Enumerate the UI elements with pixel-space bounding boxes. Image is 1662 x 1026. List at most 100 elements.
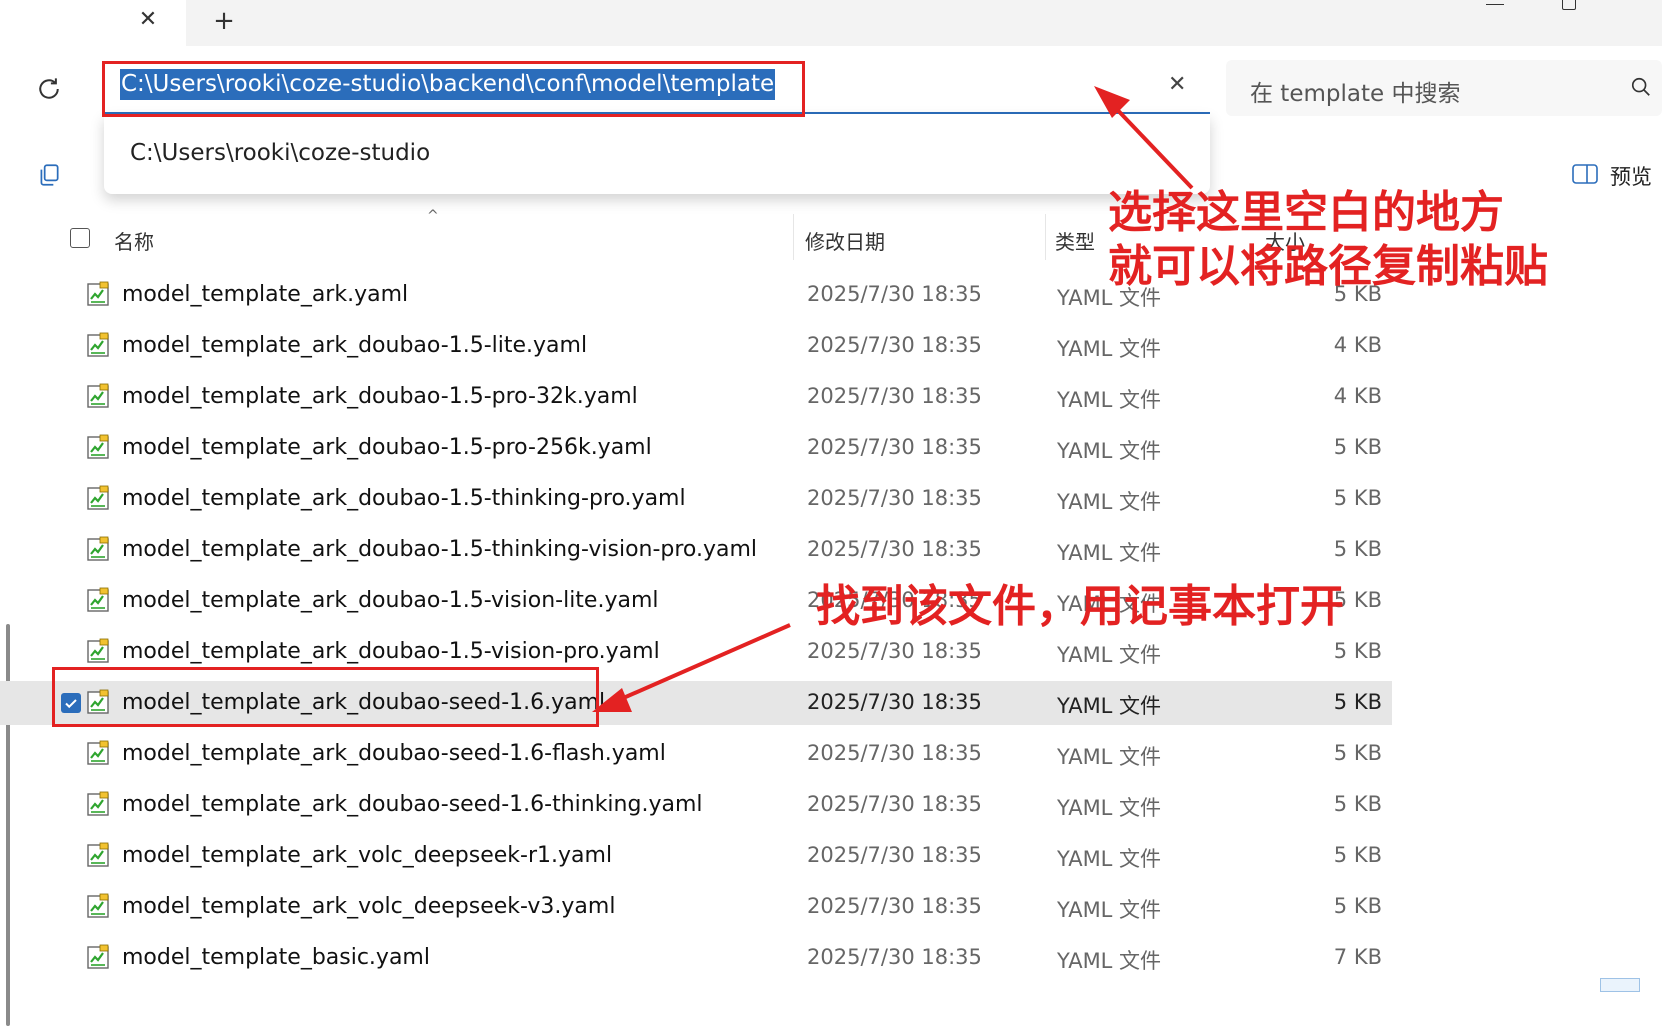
- column-header-name[interactable]: 名称: [114, 226, 154, 255]
- file-date: 2025/7/30 18:35: [807, 690, 982, 714]
- table-row[interactable]: model_template_ark_doubao-1.5-pro-256k.y…: [0, 426, 1392, 470]
- file-name[interactable]: model_template_ark_doubao-1.5-lite.yaml: [122, 333, 587, 358]
- column-header-date[interactable]: 修改日期: [805, 226, 885, 255]
- callout-file-tip: 找到该文件，用记事本打开: [816, 581, 1344, 632]
- callout-address-tip: 选择这里空白的地方 就可以将路径复制粘贴: [1108, 186, 1548, 294]
- file-type: YAML 文件: [1057, 847, 1162, 871]
- file-type: YAML 文件: [1057, 796, 1162, 820]
- file-name[interactable]: model_template_basic.yaml: [122, 945, 430, 970]
- table-row[interactable]: model_template_ark_doubao-1.5-thinking-v…: [0, 528, 1392, 572]
- file-name[interactable]: model_template_ark_doubao-seed-1.6-think…: [122, 792, 703, 817]
- file-size: 5 KB: [1333, 792, 1382, 816]
- table-row[interactable]: model_template_ark_volc_deepseek-r1.yaml…: [0, 834, 1392, 878]
- column-divider[interactable]: [1045, 214, 1046, 260]
- file-date: 2025/7/30 18:35: [807, 843, 982, 867]
- file-date: 2025/7/30 18:35: [807, 792, 982, 816]
- file-name[interactable]: model_template_ark_doubao-1.5-pro-256k.y…: [122, 435, 652, 460]
- yaml-file-icon: [87, 893, 109, 918]
- yaml-file-icon: [87, 587, 109, 612]
- preview-pane-icon[interactable]: [1572, 164, 1598, 184]
- clear-address-button[interactable]: ✕: [1168, 72, 1186, 97]
- file-type: YAML 文件: [1057, 949, 1162, 973]
- file-type: YAML 文件: [1057, 388, 1162, 412]
- file-size: 5 KB: [1333, 690, 1382, 714]
- file-name[interactable]: model_template_ark_doubao-1.5-thinking-p…: [122, 486, 686, 511]
- file-type: YAML 文件: [1057, 337, 1162, 361]
- table-row[interactable]: model_template_ark_doubao-1.5-thinking-p…: [0, 477, 1392, 521]
- file-name[interactable]: model_template_ark_doubao-1.5-vision-pro…: [122, 639, 660, 664]
- table-row[interactable]: model_template_ark_doubao-1.5-lite.yaml 2…: [0, 324, 1392, 368]
- file-size: 5 KB: [1333, 894, 1382, 918]
- file-date: 2025/7/30 18:35: [807, 894, 982, 918]
- yaml-file-icon: [87, 332, 109, 357]
- yaml-file-icon: [87, 434, 109, 459]
- refresh-icon[interactable]: [34, 74, 64, 104]
- file-size: 5 KB: [1333, 537, 1382, 561]
- yaml-file-icon: [87, 536, 109, 561]
- yaml-file-icon: [87, 944, 109, 969]
- file-name[interactable]: model_template_ark_volc_deepseek-r1.yaml: [122, 843, 612, 868]
- column-divider[interactable]: [793, 214, 794, 260]
- highlight-box-file: [52, 667, 599, 727]
- highlight-box-address: [102, 61, 805, 117]
- preview-button-label[interactable]: 预览: [1610, 161, 1652, 191]
- file-size: 5 KB: [1333, 843, 1382, 867]
- minimize-button[interactable]: [1486, 0, 1504, 5]
- copy-icon[interactable]: [36, 162, 62, 188]
- active-tab[interactable]: ✕: [0, 0, 186, 46]
- file-size: 5 KB: [1333, 741, 1382, 765]
- table-row[interactable]: model_template_basic.yaml 2025/7/30 18:35…: [0, 936, 1392, 980]
- yaml-file-icon: [87, 281, 109, 306]
- file-date: 2025/7/30 18:35: [807, 435, 982, 459]
- file-type: YAML 文件: [1057, 745, 1162, 769]
- close-tab-button[interactable]: ✕: [137, 8, 159, 32]
- file-date: 2025/7/30 18:35: [807, 945, 982, 969]
- file-size: 5 KB: [1333, 486, 1382, 510]
- maximize-button[interactable]: [1562, 0, 1576, 10]
- table-row[interactable]: model_template_ark_doubao-seed-1.6-think…: [0, 783, 1392, 827]
- file-date: 2025/7/30 18:35: [807, 741, 982, 765]
- file-date: 2025/7/30 18:35: [807, 486, 982, 510]
- callout-line: 就可以将路径复制粘贴: [1108, 241, 1548, 292]
- file-date: 2025/7/30 18:35: [807, 282, 982, 306]
- file-type: YAML 文件: [1057, 898, 1162, 922]
- file-name[interactable]: model_template_ark_doubao-1.5-vision-lit…: [122, 588, 659, 613]
- select-all-checkbox[interactable]: [70, 228, 90, 248]
- file-size: 5 KB: [1333, 639, 1382, 663]
- new-tab-button[interactable]: +: [212, 8, 236, 34]
- file-type: YAML 文件: [1057, 694, 1162, 718]
- file-date: 2025/7/30 18:35: [807, 384, 982, 408]
- file-type: YAML 文件: [1057, 541, 1162, 565]
- file-size: 5 KB: [1333, 435, 1382, 459]
- file-size: 7 KB: [1333, 945, 1382, 969]
- search-input[interactable]: 在 template 中搜索: [1226, 60, 1662, 116]
- file-name[interactable]: model_template_ark_volc_deepseek-v3.yaml: [122, 894, 615, 919]
- yaml-file-icon: [87, 383, 109, 408]
- yaml-file-icon: [87, 485, 109, 510]
- table-row[interactable]: model_template_ark_doubao-1.5-pro-32k.ya…: [0, 375, 1392, 419]
- yaml-file-icon: [87, 638, 109, 663]
- table-row[interactable]: model_template_ark_doubao-seed-1.6-flash…: [0, 732, 1392, 776]
- file-date: 2025/7/30 18:35: [807, 639, 982, 663]
- file-name[interactable]: model_template_ark.yaml: [122, 282, 408, 307]
- file-name[interactable]: model_template_ark_doubao-seed-1.6-flash…: [122, 741, 666, 766]
- file-size: 4 KB: [1333, 333, 1382, 357]
- file-date: 2025/7/30 18:35: [807, 333, 982, 357]
- search-placeholder: 在 template 中搜索: [1250, 81, 1461, 107]
- file-date: 2025/7/30 18:35: [807, 537, 982, 561]
- title-bar: ✕ +: [0, 0, 1662, 46]
- sort-caret-icon: ^: [427, 208, 439, 224]
- file-name[interactable]: model_template_ark_doubao-1.5-pro-32k.ya…: [122, 384, 638, 409]
- search-icon[interactable]: [1630, 76, 1652, 98]
- file-type: YAML 文件: [1057, 643, 1162, 667]
- yaml-file-icon: [87, 740, 109, 765]
- yaml-file-icon: [87, 791, 109, 816]
- file-size: 4 KB: [1333, 384, 1382, 408]
- address-suggestion-item[interactable]: C:\Users\rooki\coze-studio: [130, 140, 430, 166]
- address-suggestions: C:\Users\rooki\coze-studio: [104, 114, 1210, 194]
- file-name[interactable]: model_template_ark_doubao-1.5-thinking-v…: [122, 537, 757, 562]
- column-header-type[interactable]: 类型: [1055, 226, 1095, 255]
- file-type: YAML 文件: [1057, 439, 1162, 463]
- table-row[interactable]: model_template_ark_volc_deepseek-v3.yaml…: [0, 885, 1392, 929]
- yaml-file-icon: [87, 842, 109, 867]
